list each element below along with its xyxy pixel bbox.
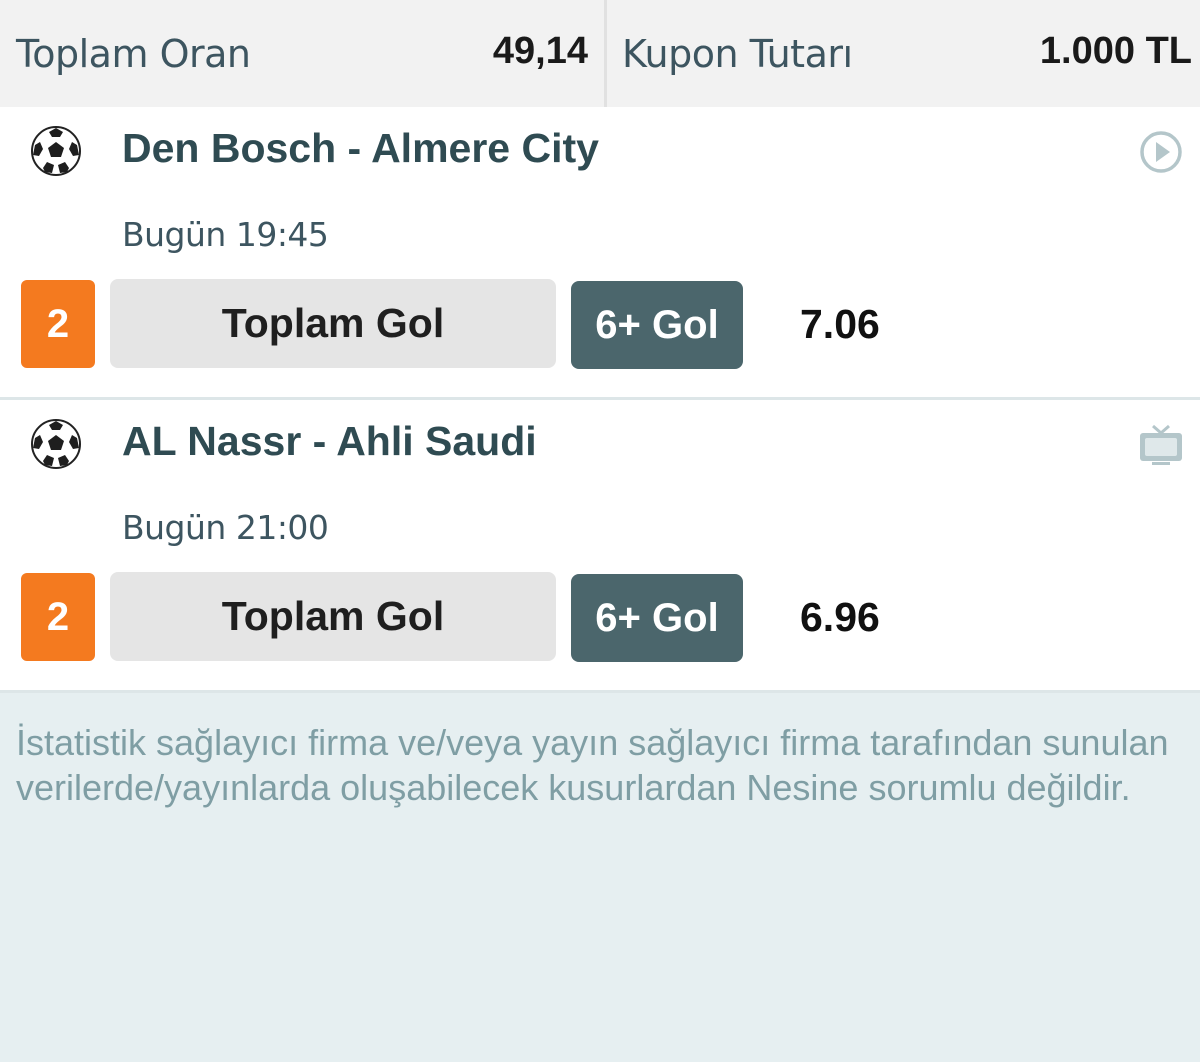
outcome-button[interactable]: 6+ Gol xyxy=(571,281,743,369)
tv-icon[interactable] xyxy=(1138,422,1184,468)
market-button[interactable]: Toplam Gol xyxy=(110,279,556,368)
soccer-ball-icon xyxy=(31,419,81,469)
match-teams[interactable]: Den Bosch - Almere City xyxy=(122,125,599,172)
mbs-badge: 2 xyxy=(21,573,95,661)
match-separator xyxy=(0,690,1200,693)
coupon-summary-bar: Toplam Oran 49,14 Kupon Tutarı 1.000 TL xyxy=(0,0,1200,107)
coupon-amount-label: Kupon Tutarı xyxy=(622,32,853,76)
soccer-ball-icon xyxy=(31,126,81,176)
total-odds-value: 49,14 xyxy=(492,30,588,72)
market-button[interactable]: Toplam Gol xyxy=(110,572,556,661)
total-odds-label: Toplam Oran xyxy=(16,32,251,76)
play-circle-icon[interactable] xyxy=(1138,129,1184,175)
coupon-amount-value[interactable]: 1.000 TL xyxy=(1040,30,1192,73)
odd-value: 6.96 xyxy=(800,594,880,640)
outcome-button[interactable]: 6+ Gol xyxy=(571,574,743,662)
odd-value: 7.06 xyxy=(800,301,880,347)
mbs-badge: 2 xyxy=(21,280,95,368)
match-time: Bugün 21:00 xyxy=(122,508,329,547)
match-card[interactable]: AL Nassr - Ahli Saudi Bugün 21:00 2 Topl… xyxy=(0,400,1200,692)
disclaimer-text: İstatistik sağlayıcı firma ve/veya yayın… xyxy=(16,722,1169,808)
match-time: Bugün 19:45 xyxy=(122,215,329,254)
summary-divider xyxy=(604,0,607,107)
match-teams[interactable]: AL Nassr - Ahli Saudi xyxy=(122,418,537,465)
match-card[interactable]: Den Bosch - Almere City Bugün 19:45 2 To… xyxy=(0,107,1200,399)
